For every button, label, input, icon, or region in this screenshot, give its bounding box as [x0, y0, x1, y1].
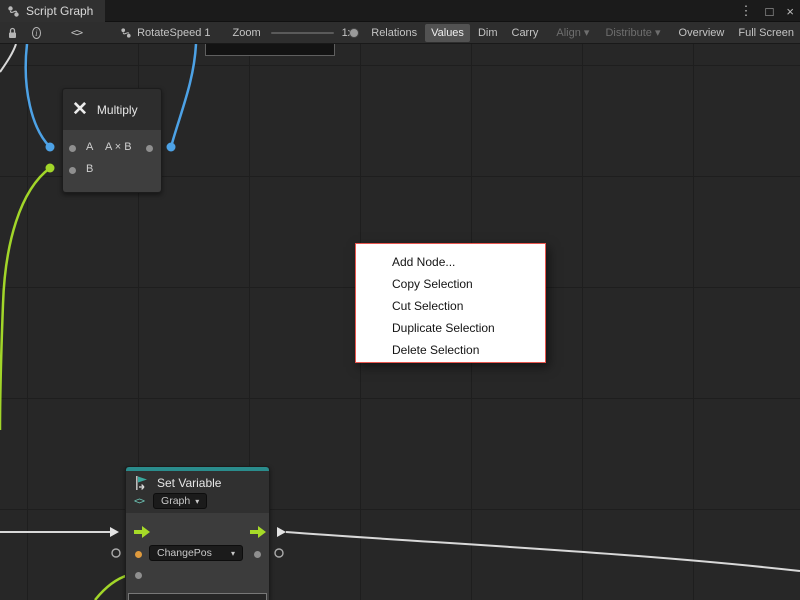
chevron-down-icon: ▾	[195, 497, 199, 506]
set-variable-body: ChangePos ▾	[126, 513, 269, 600]
values-button[interactable]: Values	[425, 24, 470, 42]
graph-breadcrumb-icon	[120, 27, 132, 39]
title-bar: Script Graph ⋮ □ ×	[0, 0, 800, 22]
dim-button[interactable]: Dim	[472, 24, 504, 42]
port-b-label: B	[86, 163, 93, 175]
zoom-slider[interactable]	[271, 32, 334, 34]
window-controls: ⋮ □ ×	[740, 0, 794, 22]
script-graph-icon	[7, 5, 20, 18]
menu-item-duplicate-selection[interactable]: Duplicate Selection	[356, 317, 545, 339]
wire-end-green	[46, 164, 55, 173]
graph-code-icon: <>	[134, 496, 144, 507]
port-b-dot[interactable]	[69, 167, 76, 174]
maximize-button[interactable]: □	[766, 4, 774, 19]
menu-item-delete-selection[interactable]: Delete Selection	[356, 339, 545, 361]
graph-kind-value: Graph	[161, 495, 190, 507]
fullscreen-button[interactable]: Full Screen	[732, 24, 800, 42]
align-label: Align	[556, 27, 580, 39]
menu-item-cut-selection[interactable]: Cut Selection	[356, 295, 545, 317]
port-out-label: A × B	[105, 141, 132, 153]
flow-out-port[interactable]	[250, 526, 266, 538]
multiply-icon: ✕	[72, 100, 88, 119]
wire-blue-output	[171, 44, 196, 147]
lock-icon[interactable]	[7, 27, 18, 39]
wire-end-blue-output	[167, 143, 176, 152]
context-menu: Add Node... Copy Selection Cut Selection…	[355, 243, 546, 363]
flow-in-port[interactable]	[134, 526, 150, 538]
overview-button[interactable]: Overview	[673, 24, 731, 42]
distribute-dropdown[interactable]: Distribute ▾	[599, 23, 666, 42]
multiply-node-title: Multiply	[97, 103, 138, 117]
value-input-port-dot[interactable]	[135, 572, 142, 579]
set-variable-footer-partial	[128, 593, 267, 600]
port-a-label: A	[86, 141, 93, 153]
wire-white-corner	[0, 44, 16, 72]
port-hollow-left[interactable]	[112, 549, 120, 557]
code-icon[interactable]: <>	[71, 26, 82, 39]
window-menu-icon[interactable]: ⋮	[740, 3, 753, 19]
chevron-down-icon: ▾	[655, 27, 661, 39]
port-out-dot[interactable]	[146, 145, 153, 152]
close-button[interactable]: ×	[786, 4, 794, 19]
zoom-slider-knob[interactable]	[349, 28, 359, 38]
relations-button[interactable]: Relations	[365, 24, 423, 42]
info-icon[interactable]: i	[32, 27, 41, 39]
partial-node	[205, 44, 335, 56]
breadcrumb[interactable]: RotateSpeed 1	[137, 27, 210, 39]
wire-end-blue	[46, 143, 55, 152]
multiply-node-header: ✕ Multiply	[63, 89, 161, 130]
variable-output-port-dot[interactable]	[254, 551, 261, 558]
tab-title: Script Graph	[26, 4, 93, 18]
graph-toolbar: i <> RotateSpeed 1 Zoom 1x Relations Val…	[0, 22, 800, 44]
set-variable-header: Set Variable <> Graph ▾	[126, 471, 269, 513]
graph-canvas[interactable]: ✕ Multiply A A × B B	[0, 44, 800, 600]
set-variable-icon	[134, 475, 150, 491]
tab-script-graph[interactable]: Script Graph	[0, 0, 105, 22]
chevron-down-icon: ▾	[231, 549, 235, 558]
multiply-node-body: A A × B B	[63, 130, 161, 192]
menu-item-add-node[interactable]: Add Node...	[356, 251, 545, 273]
carry-button[interactable]: Carry	[506, 24, 545, 42]
wire-green-left	[0, 168, 50, 430]
variable-dropdown[interactable]: ChangePos ▾	[149, 545, 243, 561]
graph-kind-dropdown[interactable]: Graph ▾	[153, 493, 207, 509]
node-set-variable[interactable]: Set Variable <> Graph ▾	[125, 466, 270, 600]
wire-blue-left	[26, 44, 50, 147]
menu-item-copy-selection[interactable]: Copy Selection	[356, 273, 545, 295]
node-multiply[interactable]: ✕ Multiply A A × B B	[62, 88, 162, 193]
script-graph-window: Script Graph ⋮ □ × i <> RotateSpeed 1 Zo…	[0, 0, 800, 600]
flow-arrowhead-out	[277, 527, 286, 537]
variable-name: ChangePos	[157, 547, 212, 559]
port-a-dot[interactable]	[69, 145, 76, 152]
align-dropdown[interactable]: Align ▾	[550, 23, 595, 42]
set-variable-title: Set Variable	[157, 476, 221, 490]
zoom-label: Zoom	[232, 27, 260, 39]
port-hollow-right[interactable]	[275, 549, 283, 557]
wire-white-out	[286, 532, 800, 571]
flow-arrowhead-in	[110, 527, 119, 537]
distribute-label: Distribute	[605, 27, 651, 39]
variable-input-port-dot[interactable]	[135, 551, 142, 558]
chevron-down-icon: ▾	[584, 27, 590, 39]
